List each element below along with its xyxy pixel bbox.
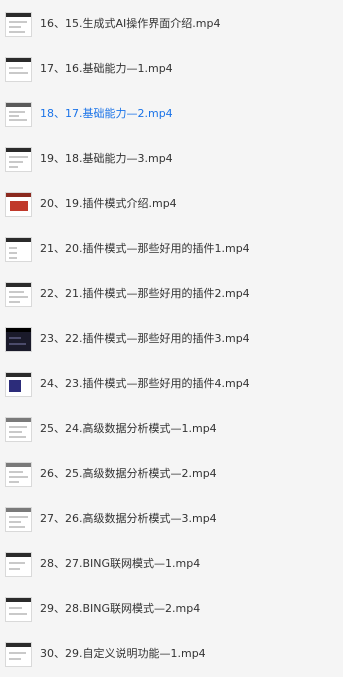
playlist-item-label: 30、29.自定义说明功能—1.mp4	[40, 647, 206, 660]
playlist-item[interactable]: 25、24.高级数据分析模式—1.mp4	[0, 407, 343, 452]
playlist-item[interactable]: 17、16.基础能力—1.mp4	[0, 47, 343, 92]
playlist-item-label: 19、18.基础能力—3.mp4	[40, 152, 173, 165]
playlist-item[interactable]: 22、21.插件模式—那些好用的插件2.mp4	[0, 272, 343, 317]
video-thumbnail-icon	[5, 372, 32, 397]
video-thumbnail-icon	[5, 57, 32, 82]
playlist-item-label: 29、28.BING联网模式—2.mp4	[40, 602, 201, 615]
video-thumbnail-icon	[5, 327, 32, 352]
playlist-item-label: 23、22.插件模式—那些好用的插件3.mp4	[40, 332, 250, 345]
video-thumbnail-icon	[5, 597, 32, 622]
playlist-item-label: 17、16.基础能力—1.mp4	[40, 62, 173, 75]
playlist-item[interactable]: 23、22.插件模式—那些好用的插件3.mp4	[0, 317, 343, 362]
playlist-item[interactable]: 27、26.高级数据分析模式—3.mp4	[0, 497, 343, 542]
video-thumbnail-icon	[5, 147, 32, 172]
playlist-item-label: 21、20.插件模式—那些好用的插件1.mp4	[40, 242, 250, 255]
playlist-item-label: 22、21.插件模式—那些好用的插件2.mp4	[40, 287, 250, 300]
video-thumbnail-icon	[5, 552, 32, 577]
playlist-item[interactable]: 24、23.插件模式—那些好用的插件4.mp4	[0, 362, 343, 407]
video-playlist: 16、15.生成式AI操作界面介绍.mp4 17、16.基础能力—1.mp4 1…	[0, 0, 343, 671]
video-thumbnail-icon	[5, 462, 32, 487]
playlist-item[interactable]: 20、19.插件模式介绍.mp4	[0, 182, 343, 227]
video-thumbnail-icon	[5, 282, 32, 307]
playlist-item-label: 28、27.BING联网模式—1.mp4	[40, 557, 201, 570]
video-thumbnail-icon	[5, 102, 32, 127]
video-thumbnail-icon	[5, 417, 32, 442]
video-thumbnail-icon	[5, 642, 32, 667]
playlist-item-label: 18、17.基础能力—2.mp4	[40, 107, 173, 120]
video-thumbnail-icon	[5, 192, 32, 217]
playlist-item[interactable]: 21、20.插件模式—那些好用的插件1.mp4	[0, 227, 343, 272]
playlist-item-label: 25、24.高级数据分析模式—1.mp4	[40, 422, 217, 435]
playlist-item[interactable]: 29、28.BING联网模式—2.mp4	[0, 587, 343, 632]
playlist-item-label: 26、25.高级数据分析模式—2.mp4	[40, 467, 217, 480]
video-thumbnail-icon	[5, 237, 32, 262]
playlist-item[interactable]: 19、18.基础能力—3.mp4	[0, 137, 343, 182]
video-thumbnail-icon	[5, 12, 32, 37]
video-thumbnail-icon	[5, 507, 32, 532]
playlist-item-label: 24、23.插件模式—那些好用的插件4.mp4	[40, 377, 250, 390]
playlist-item-label: 16、15.生成式AI操作界面介绍.mp4	[40, 17, 221, 30]
playlist-item[interactable]: 28、27.BING联网模式—1.mp4	[0, 542, 343, 587]
playlist-item[interactable]: 16、15.生成式AI操作界面介绍.mp4	[0, 2, 343, 47]
playlist-item-label: 27、26.高级数据分析模式—3.mp4	[40, 512, 217, 525]
playlist-item-active[interactable]: 18、17.基础能力—2.mp4	[0, 92, 343, 137]
playlist-item[interactable]: 30、29.自定义说明功能—1.mp4	[0, 632, 343, 677]
playlist-item-label: 20、19.插件模式介绍.mp4	[40, 197, 177, 210]
playlist-item[interactable]: 26、25.高级数据分析模式—2.mp4	[0, 452, 343, 497]
